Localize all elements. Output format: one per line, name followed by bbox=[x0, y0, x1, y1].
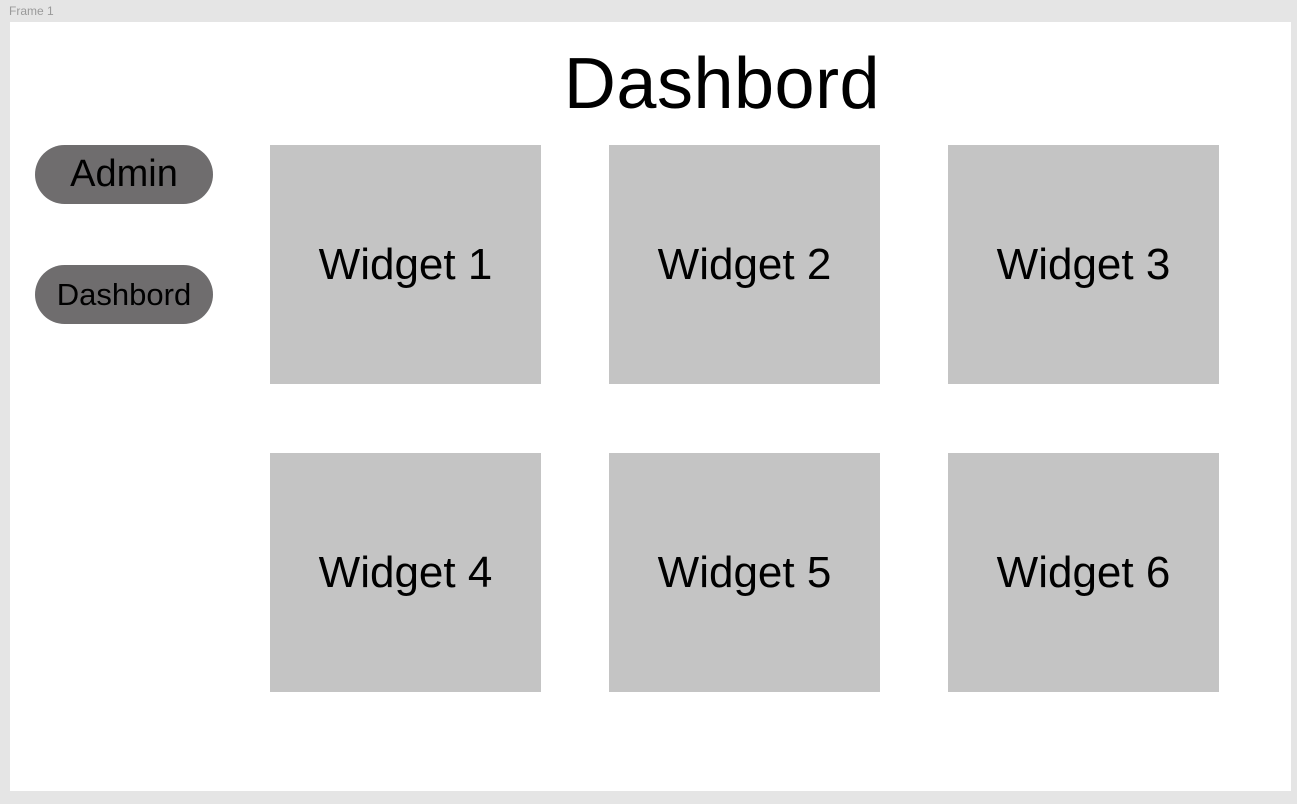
widget-4[interactable]: Widget 4 bbox=[270, 453, 541, 692]
widget-2[interactable]: Widget 2 bbox=[609, 145, 880, 384]
nav-admin-button[interactable]: Admin bbox=[35, 145, 213, 204]
nav-admin-label: Admin bbox=[70, 153, 178, 195]
frame-label: Frame 1 bbox=[9, 4, 54, 18]
widget-label: Widget 6 bbox=[996, 547, 1171, 597]
widget-6[interactable]: Widget 6 bbox=[948, 453, 1219, 692]
widget-label: Widget 2 bbox=[657, 239, 832, 289]
widget-label: Widget 5 bbox=[657, 547, 832, 597]
widget-5[interactable]: Widget 5 bbox=[609, 453, 880, 692]
nav-dashboard-label: Dashbord bbox=[56, 276, 192, 312]
widget-1[interactable]: Widget 1 bbox=[270, 145, 541, 384]
widget-label: Widget 3 bbox=[996, 239, 1171, 289]
frame: Dashbord Admin Dashbord Widget 1 Widget … bbox=[10, 22, 1291, 791]
widget-label: Widget 1 bbox=[318, 239, 493, 289]
widget-label: Widget 4 bbox=[318, 547, 493, 597]
nav-dashboard-button[interactable]: Dashbord bbox=[35, 265, 213, 324]
page-title: Dashbord bbox=[563, 44, 881, 124]
widget-3[interactable]: Widget 3 bbox=[948, 145, 1219, 384]
